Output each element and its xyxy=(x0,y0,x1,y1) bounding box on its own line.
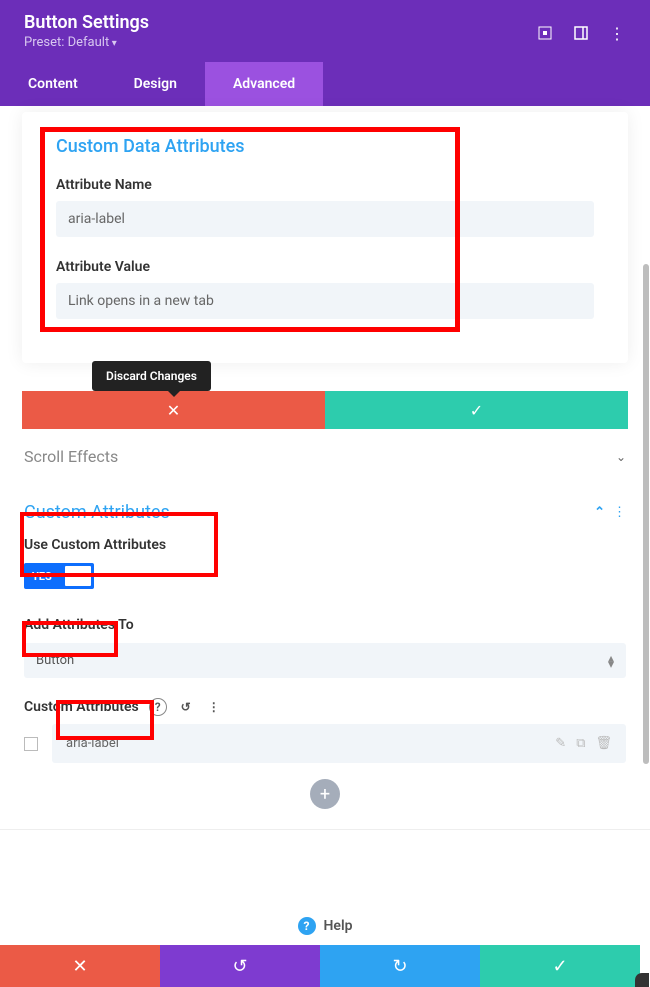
check-icon: ✓ xyxy=(470,401,483,420)
scroll-effects-label: Scroll Effects xyxy=(24,447,118,466)
attribute-item-checkbox[interactable] xyxy=(24,737,38,751)
plus-icon: + xyxy=(320,784,330,805)
tab-advanced[interactable]: Advanced xyxy=(205,62,323,106)
custom-data-attributes-popup: Custom Data Attributes Attribute Name At… xyxy=(22,112,628,363)
footer-undo-button[interactable]: ↺ xyxy=(160,945,320,987)
page-title: Button Settings xyxy=(24,8,149,33)
help-row[interactable]: ? Help xyxy=(0,917,650,935)
header-top: Button Settings Preset: Default ⋮ xyxy=(24,8,626,62)
select-arrows-icon: ▴▾ xyxy=(608,655,614,667)
confirm-button[interactable]: ✓ xyxy=(325,391,628,429)
resize-handle[interactable] xyxy=(635,973,649,987)
custom-attr-header-icons: ⌃ ⋮ xyxy=(594,505,626,520)
header-titles: Button Settings Preset: Default xyxy=(24,8,149,58)
footer-cancel-button[interactable]: ✕ xyxy=(0,945,160,987)
attribute-value-label: Attribute Value xyxy=(56,259,594,275)
toggle-text: YES xyxy=(32,570,52,583)
help-icon: ? xyxy=(298,917,316,935)
popup-actions: ✕ ✓ xyxy=(22,391,628,429)
attribute-item-row: aria-label ✎ ⧉ 🗑 xyxy=(24,724,626,763)
check-icon: ✓ xyxy=(552,956,567,977)
footer-redo-button[interactable]: ↻ xyxy=(320,945,480,987)
footer-save-button[interactable]: ✓ xyxy=(480,945,640,987)
help-icon[interactable]: ? xyxy=(149,698,167,716)
panel-icon[interactable] xyxy=(572,24,590,42)
attribute-item-actions: ✎ ⧉ 🗑 xyxy=(555,736,612,751)
use-custom-attributes-toggle[interactable]: YES xyxy=(24,563,94,589)
more-icon[interactable]: ⋮ xyxy=(205,698,223,716)
divider xyxy=(0,829,650,830)
vertical-scrollbar[interactable] xyxy=(643,264,649,764)
header-bar: Button Settings Preset: Default ⋮ xyxy=(0,0,650,62)
scroll-effects-section[interactable]: Scroll Effects ⌄ xyxy=(0,429,650,484)
tab-design[interactable]: Design xyxy=(106,62,205,106)
expand-icon[interactable] xyxy=(536,24,554,42)
tab-content[interactable]: Content xyxy=(0,62,106,106)
attribute-name-label: Attribute Name xyxy=(56,177,594,193)
more-icon[interactable]: ⋮ xyxy=(608,24,626,42)
select-value: Button xyxy=(36,653,74,668)
tabs: Content Design Advanced xyxy=(0,62,650,106)
reset-icon[interactable]: ↺ xyxy=(177,698,195,716)
close-icon: ✕ xyxy=(167,401,180,420)
custom-attributes-section[interactable]: Custom Attributes ⌃ ⋮ xyxy=(0,484,650,531)
discard-tooltip: Discard Changes xyxy=(92,361,211,391)
body: Attributes ⌄ Custom Data Attributes Attr… xyxy=(0,106,650,830)
help-label: Help xyxy=(324,918,353,934)
add-attributes-to-select[interactable]: Button ▴▾ xyxy=(24,643,626,678)
duplicate-icon[interactable]: ⧉ xyxy=(576,736,585,751)
undo-icon: ↺ xyxy=(232,956,247,977)
redo-icon: ↻ xyxy=(392,956,407,977)
more-icon[interactable]: ⋮ xyxy=(613,505,626,520)
add-attributes-to-label: Add Attributes To xyxy=(24,617,626,633)
attribute-name-input[interactable] xyxy=(56,201,594,237)
popup-actions-wrap: Discard Changes ✕ ✓ xyxy=(0,391,650,429)
chevron-down-icon: ⌄ xyxy=(616,450,626,464)
edit-icon[interactable]: ✎ xyxy=(555,736,566,751)
custom-attributes-title: Custom Attributes xyxy=(24,502,170,523)
attribute-item-text: aria-label xyxy=(66,736,119,751)
preset-selector[interactable]: Preset: Default xyxy=(24,35,149,58)
delete-icon[interactable]: 🗑 xyxy=(595,736,612,751)
custom-attributes-list-header: Custom Attributes ? ↺ ⋮ xyxy=(0,678,650,724)
header-actions: ⋮ xyxy=(536,24,626,42)
use-custom-attributes-label: Use Custom Attributes xyxy=(24,537,626,553)
add-attribute-button[interactable]: + xyxy=(310,779,340,809)
use-custom-attributes-row: Use Custom Attributes YES xyxy=(0,531,650,589)
custom-attributes-list-label: Custom Attributes xyxy=(24,699,139,715)
attribute-item-box[interactable]: aria-label ✎ ⧉ 🗑 xyxy=(52,724,626,763)
chevron-up-icon[interactable]: ⌃ xyxy=(594,505,605,520)
close-icon: ✕ xyxy=(72,956,87,977)
popup-title: Custom Data Attributes xyxy=(56,136,594,157)
footer-actions: ✕ ↺ ↻ ✓ xyxy=(0,945,640,987)
attribute-value-input[interactable] xyxy=(56,283,594,319)
add-attributes-to-row: Add Attributes To Button ▴▾ xyxy=(0,589,650,678)
